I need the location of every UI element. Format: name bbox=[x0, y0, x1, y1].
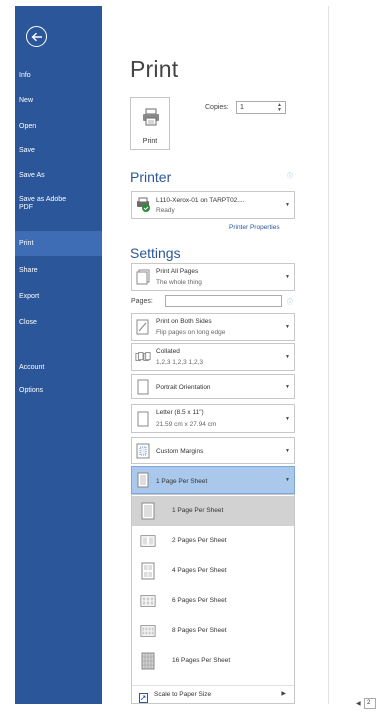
nav-info[interactable]: Info bbox=[15, 72, 102, 80]
orientation-title: Portrait Orientation bbox=[156, 384, 211, 391]
sides-title: Print on Both Sides bbox=[156, 318, 212, 325]
menu-item-label: 1 Page Per Sheet bbox=[172, 507, 224, 514]
print-button[interactable]: Print bbox=[130, 97, 170, 150]
chevron-down-icon: ▼ bbox=[285, 324, 290, 330]
paper-icon bbox=[135, 410, 151, 428]
sides-subtitle: Flip pages on long edge bbox=[156, 329, 226, 336]
menu-item-label: 2 Pages Per Sheet bbox=[172, 537, 227, 544]
print-preview-area bbox=[329, 6, 376, 704]
copies-value: 1 bbox=[240, 104, 244, 111]
page-title: Print bbox=[130, 56, 179, 82]
nav-save[interactable]: Save bbox=[15, 147, 102, 155]
pages-icon bbox=[135, 268, 151, 286]
duplex-icon bbox=[135, 318, 151, 336]
collation-subtitle: 1,2,3 1,2,3 1,2,3 bbox=[156, 359, 203, 366]
eight-pages-icon bbox=[140, 622, 156, 640]
backstage-sidebar: Info New Open Save Save As Save as Adobe… bbox=[15, 6, 102, 704]
page-number-input[interactable]: 2 bbox=[364, 698, 376, 709]
nav-save-as-adobe-pdf-label: Save as Adobe bbox=[19, 196, 67, 203]
menu-item-8-pages[interactable]: 8 Pages Per Sheet bbox=[132, 616, 294, 646]
collation-title: Collated bbox=[156, 348, 180, 355]
nav-print[interactable]: Print bbox=[15, 231, 102, 256]
margins-dropdown[interactable]: Custom Margins ▼ bbox=[131, 437, 295, 464]
pages-info-icon[interactable]: ⓘ bbox=[287, 297, 293, 306]
pages-label: Pages: bbox=[131, 298, 153, 305]
nav-close[interactable]: Close bbox=[15, 319, 102, 327]
printer-name: L110-Xerox-01 on TARPT02.... bbox=[156, 197, 245, 204]
one-page-icon bbox=[140, 502, 156, 520]
paper-size-title: Letter (8.5 x 11") bbox=[156, 409, 204, 416]
copies-spinner-icon[interactable]: ▲ ▼ bbox=[277, 103, 282, 113]
print-range-dropdown[interactable]: Print All Pages The whole thing ▼ bbox=[131, 263, 295, 291]
back-arrow-icon[interactable] bbox=[26, 26, 47, 47]
nav-account[interactable]: Account bbox=[15, 364, 102, 372]
menu-item-label: 4 Pages Per Sheet bbox=[172, 567, 227, 574]
print-range-subtitle: The whole thing bbox=[156, 279, 202, 286]
menu-item-4-pages[interactable]: 4 Pages Per Sheet bbox=[132, 556, 294, 586]
menu-item-2-pages[interactable]: 2 Pages Per Sheet bbox=[132, 526, 294, 556]
menu-item-label: 16 Pages Per Sheet bbox=[172, 657, 231, 664]
sixteen-pages-icon bbox=[140, 652, 156, 670]
printer-status: Ready bbox=[156, 207, 175, 214]
printer-heading: Printer bbox=[130, 169, 172, 185]
chevron-down-icon: ▼ bbox=[285, 202, 290, 208]
printer-info-icon[interactable]: ⓘ bbox=[287, 171, 293, 180]
orientation-dropdown[interactable]: Portrait Orientation ▼ bbox=[131, 374, 295, 399]
paper-size-dropdown[interactable]: Letter (8.5 x 11") 21.59 cm x 27.94 cm ▼ bbox=[131, 404, 295, 433]
printer-ready-icon bbox=[135, 196, 151, 214]
settings-heading: Settings bbox=[130, 245, 181, 261]
margins-icon bbox=[135, 442, 151, 460]
nav-export[interactable]: Export bbox=[15, 293, 102, 301]
nav-save-as[interactable]: Save As bbox=[15, 172, 102, 180]
six-pages-icon bbox=[140, 592, 156, 610]
nav-share[interactable]: Share bbox=[15, 267, 102, 275]
chevron-down-icon: ▼ bbox=[285, 354, 290, 360]
menu-item-6-pages[interactable]: 6 Pages Per Sheet bbox=[132, 586, 294, 616]
print-range-title: Print All Pages bbox=[156, 268, 199, 275]
scale-to-paper-size-item[interactable]: Scale to Paper Size ▶ bbox=[132, 686, 294, 703]
previous-page-icon[interactable]: ◀ bbox=[356, 700, 361, 707]
copies-label: Copies: bbox=[205, 104, 229, 111]
printer-properties-link[interactable]: Printer Properties bbox=[229, 224, 280, 231]
nav-open[interactable]: Open bbox=[15, 123, 102, 131]
printer-dropdown[interactable]: L110-Xerox-01 on TARPT02.... Ready ▼ bbox=[131, 191, 295, 219]
print-button-label: Print bbox=[142, 138, 158, 145]
pages-per-sheet-dropdown[interactable]: 1 Page Per Sheet ▼ bbox=[131, 466, 295, 494]
pages-per-sheet-menu: 1 Page Per Sheet 2 Pages Per Sheet 4 Pag… bbox=[131, 494, 295, 704]
nav-options[interactable]: Options bbox=[15, 387, 102, 395]
collated-icon bbox=[135, 348, 151, 366]
pages-input[interactable] bbox=[165, 295, 282, 307]
chevron-down-icon: ▼ bbox=[285, 447, 290, 454]
menu-item-label: 8 Pages Per Sheet bbox=[172, 627, 227, 634]
scale-to-paper-size-label: Scale to Paper Size bbox=[154, 691, 212, 698]
one-page-per-sheet-icon bbox=[135, 471, 151, 489]
four-pages-icon bbox=[140, 562, 156, 580]
nav-new[interactable]: New bbox=[15, 97, 102, 105]
scale-page-icon bbox=[139, 690, 148, 708]
collation-dropdown[interactable]: Collated 1,2,3 1,2,3 1,2,3 ▼ bbox=[131, 343, 295, 371]
margins-title: Custom Margins bbox=[156, 448, 204, 455]
menu-item-16-pages[interactable]: 16 Pages Per Sheet bbox=[132, 646, 294, 676]
chevron-down-icon: ▼ bbox=[285, 415, 290, 422]
copies-input[interactable]: 1 ▲ ▼ bbox=[236, 101, 286, 114]
nav-save-as-adobe-pdf-label-2: PDF bbox=[19, 204, 33, 211]
nav-save-as-adobe-pdf[interactable]: Save as Adobe PDF bbox=[15, 196, 102, 212]
chevron-down-icon: ▼ bbox=[285, 274, 290, 280]
chevron-right-icon: ▶ bbox=[281, 691, 286, 697]
chevron-down-icon: ▼ bbox=[285, 477, 290, 483]
printer-icon bbox=[142, 108, 160, 131]
sides-dropdown[interactable]: Print on Both Sides Flip pages on long e… bbox=[131, 313, 295, 341]
menu-item-1-page[interactable]: 1 Page Per Sheet bbox=[132, 496, 294, 526]
pages-per-sheet-title: 1 Page Per Sheet bbox=[156, 478, 208, 485]
chevron-down-icon: ▼ bbox=[285, 383, 290, 390]
two-pages-icon bbox=[140, 532, 156, 550]
portrait-icon bbox=[135, 378, 151, 396]
menu-item-label: 6 Pages Per Sheet bbox=[172, 597, 227, 604]
paper-size-subtitle: 21.59 cm x 27.94 cm bbox=[156, 421, 217, 428]
